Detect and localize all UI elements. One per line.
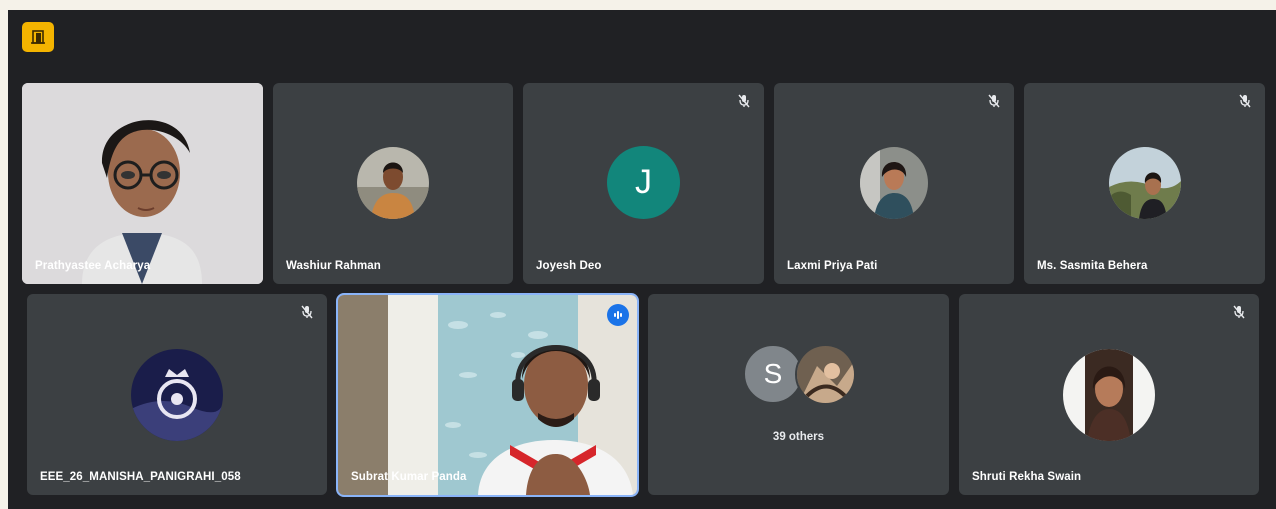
participant-name: EEE_26_MANISHA_PANIGRAHI_058 (40, 471, 241, 483)
mic-off-icon (738, 94, 750, 108)
participant-name: Shruti Rekha Swain (972, 471, 1082, 483)
mic-off-icon (1239, 94, 1251, 108)
participant-name: Ms. Sasmita Behera (1037, 260, 1148, 272)
participant-name: Laxmi Priya Pati (787, 260, 878, 272)
avatar (860, 147, 928, 219)
others-tile[interactable]: S 39 others (648, 294, 949, 495)
avatar (795, 344, 856, 405)
mic-off-icon (301, 305, 313, 319)
meeting-badge[interactable] (22, 22, 54, 52)
participant-name: Joyesh Deo (536, 260, 602, 272)
participant-name: Prathyastee Acharya (35, 260, 151, 272)
others-count: 39 others (772, 431, 825, 443)
avatar-initial: J (607, 146, 680, 219)
participant-tile[interactable]: J Joyesh Deo (523, 83, 764, 284)
door-icon (31, 30, 45, 44)
participant-tile[interactable]: Shruti Rekha Swain (959, 294, 1259, 495)
participant-video (338, 295, 637, 495)
participant-name: Subrat Kumar Panda (351, 471, 467, 483)
avatar (357, 147, 429, 219)
participant-tile[interactable]: Prathyastee Acharya (22, 83, 263, 284)
audio-level-icon (607, 304, 629, 326)
participant-video (22, 83, 263, 284)
participant-tile-active-speaker[interactable]: Subrat Kumar Panda (336, 293, 639, 497)
mic-off-icon (988, 94, 1000, 108)
mic-off-icon (1233, 305, 1245, 319)
avatar (1063, 349, 1155, 441)
avatar-initial: S (743, 344, 803, 404)
meet-window: Prathyastee Acharya Washiur Rahman J Joy… (8, 10, 1276, 509)
participant-tile[interactable]: Washiur Rahman (273, 83, 513, 284)
participant-tile[interactable]: EEE_26_MANISHA_PANIGRAHI_058 (27, 294, 327, 495)
participant-name: Washiur Rahman (286, 260, 381, 272)
participant-tile[interactable]: Laxmi Priya Pati (774, 83, 1014, 284)
participant-tile[interactable]: Ms. Sasmita Behera (1024, 83, 1265, 284)
avatar (1109, 147, 1181, 219)
avatar (131, 349, 223, 441)
